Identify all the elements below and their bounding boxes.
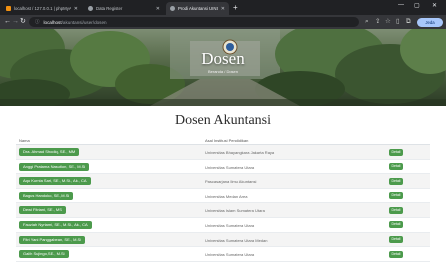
zoom-icon[interactable]: ⌕ <box>365 17 369 26</box>
page-title: Dosen Akuntansi <box>174 113 272 128</box>
browser-tab-strip: localhost / 127.0.0.1 | phpMyAdmin ✕ Dat… <box>0 0 446 15</box>
institution-cell: Universitas Medan Area <box>205 193 248 199</box>
institution-cell: Universitas Sumatera Utara <box>205 252 255 258</box>
reload-icon[interactable]: ↻ <box>20 17 26 26</box>
lecturer-name-link[interactable]: Fauziah Nyrtami, SE., M.Si., Ak., CA <box>19 220 92 229</box>
plus-icon[interactable]: + <box>233 3 238 12</box>
detail-button[interactable]: Detail <box>389 250 403 258</box>
table-row: Fauziah Nyrtami, SE., M.Si., Ak., CA Univ… <box>16 218 430 233</box>
back-icon[interactable]: ← <box>4 17 11 26</box>
detail-button[interactable]: Detail <box>389 148 403 156</box>
lecturer-table: Nama Asal Institusi Pendidikan Dra. Ahma… <box>16 137 430 262</box>
column-header-name: Nama <box>19 138 30 143</box>
table-row: Dewi Fitriani, SE., MS Universitas Islam … <box>16 203 430 218</box>
globe-icon <box>88 6 93 11</box>
url-host: localhost <box>43 19 62 25</box>
forward-icon[interactable]: → <box>12 17 19 26</box>
profile-label: Jeda <box>425 20 435 25</box>
maximize-icon[interactable]: ▢ <box>414 2 420 9</box>
url-path: /akuntansi/user/dosen <box>61 19 107 25</box>
institution-cell: Universitas Sumatera Utara <box>205 222 255 228</box>
detail-button[interactable]: Detail <box>389 192 403 200</box>
bookmark-star-icon[interactable]: ☆ <box>385 17 391 26</box>
share-icon[interactable]: ⇪ <box>375 17 380 26</box>
minimize-icon[interactable]: — <box>398 2 404 8</box>
globe-icon <box>170 6 175 11</box>
browser-tab-prodi-akuntansi[interactable]: Prodi Akuntansi UINSU ✕ <box>166 2 229 15</box>
table-row: Anggi Pratama Nasution, SE., M.Si Univers… <box>16 160 430 175</box>
table-row: Bagus Handoko, SE.,M.Si Universitas Medan… <box>16 189 430 204</box>
institution-cell: Universitas Sumatera Utara Medan <box>205 237 268 243</box>
close-icon[interactable]: ✕ <box>156 6 160 12</box>
browser-tab-data-register[interactable]: Data Register ✕ <box>84 2 164 15</box>
table-header: Nama Asal Institusi Pendidikan <box>16 137 430 145</box>
institution-cell: Universitas Islam Sumatera Utara <box>205 208 265 214</box>
info-icon[interactable]: ⓘ <box>35 19 40 25</box>
browser-toolbar: ← → ↻ ⓘ localhost /akuntansi/user/dosen … <box>0 15 446 29</box>
tab-label: localhost / 127.0.0.1 | phpMyAdmin <box>14 6 71 11</box>
table-row: Galih Sujingo,SE., M.Si Universitas Sumat… <box>16 247 430 262</box>
hero-title: Dosen <box>201 49 245 68</box>
institution-cell: Universitas Bhayangkara Jakarta Raya <box>205 150 275 155</box>
tab-label: Data Register <box>96 6 123 11</box>
lecturer-name-link[interactable]: Aqu Kurnia Sari, SE., M.Si., Ak., CA <box>19 177 91 186</box>
table-row: Aqu Kurnia Sari, SE., M.Si., Ak., CA Pasc… <box>16 174 430 189</box>
column-header-institution: Asal Institusi Pendidikan <box>205 138 249 143</box>
browser-tab-phpmyadmin[interactable]: localhost / 127.0.0.1 | phpMyAdmin ✕ <box>2 2 82 15</box>
detail-button[interactable]: Detail <box>389 221 403 229</box>
institution-cell: Pascasarjana Ilmu Akuntansi <box>205 179 257 185</box>
detail-button[interactable]: Detail <box>389 177 403 185</box>
table-row: Fitri Yani Panggabean, SE., M.Si Universi… <box>16 232 430 248</box>
breadcrumb: Beranda / Dosen <box>207 69 239 74</box>
address-bar[interactable]: ⓘ localhost /akuntansi/user/dosen <box>29 17 359 27</box>
extensions-icon[interactable]: ⧉ <box>406 17 411 26</box>
detail-button[interactable]: Detail <box>389 236 403 244</box>
detail-button[interactable]: Detail <box>389 206 403 214</box>
close-icon[interactable]: ✕ <box>74 6 78 12</box>
close-window-icon[interactable]: ✕ <box>432 2 437 9</box>
phpmyadmin-favicon-icon <box>6 6 11 11</box>
lecturer-name-link[interactable]: Bagus Handoko, SE.,M.Si <box>19 191 74 200</box>
lecturer-name-link[interactable]: Galih Sujingo,SE., M.Si <box>19 250 69 259</box>
tab-label: Prodi Akuntansi UINSU <box>178 6 218 11</box>
side-panel-icon[interactable]: ▯ <box>396 17 400 26</box>
lecturer-name-link[interactable]: Dra. Ahmad Shodiq, SE., MM <box>19 148 80 156</box>
hero-banner: Dosen Beranda / Dosen <box>0 29 446 106</box>
lecturer-name-link[interactable]: Anggi Pratama Nasution, SE., M.Si <box>19 162 90 171</box>
lecturer-name-link[interactable]: Fitri Yani Panggabean, SE., M.Si <box>19 235 86 244</box>
detail-button[interactable]: Detail <box>389 163 403 171</box>
table-row: Dra. Ahmad Shodiq, SE., MM Universitas Bh… <box>16 145 430 160</box>
institution-cell: Universitas Sumatera Utara <box>205 164 255 170</box>
lecturer-name-link[interactable]: Dewi Fitriani, SE., MS <box>19 206 66 215</box>
close-icon[interactable]: ✕ <box>221 6 225 12</box>
profile-button[interactable]: Jeda <box>417 18 443 27</box>
